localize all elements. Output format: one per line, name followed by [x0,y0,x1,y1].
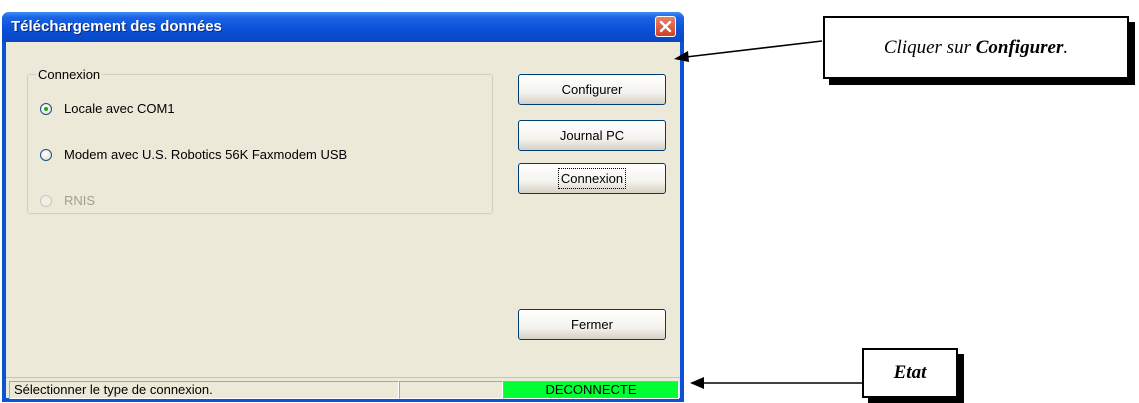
arrow-to-state-icon [690,377,862,389]
arrow-to-close-icon [674,40,823,62]
annotation-arrows [674,40,862,389]
